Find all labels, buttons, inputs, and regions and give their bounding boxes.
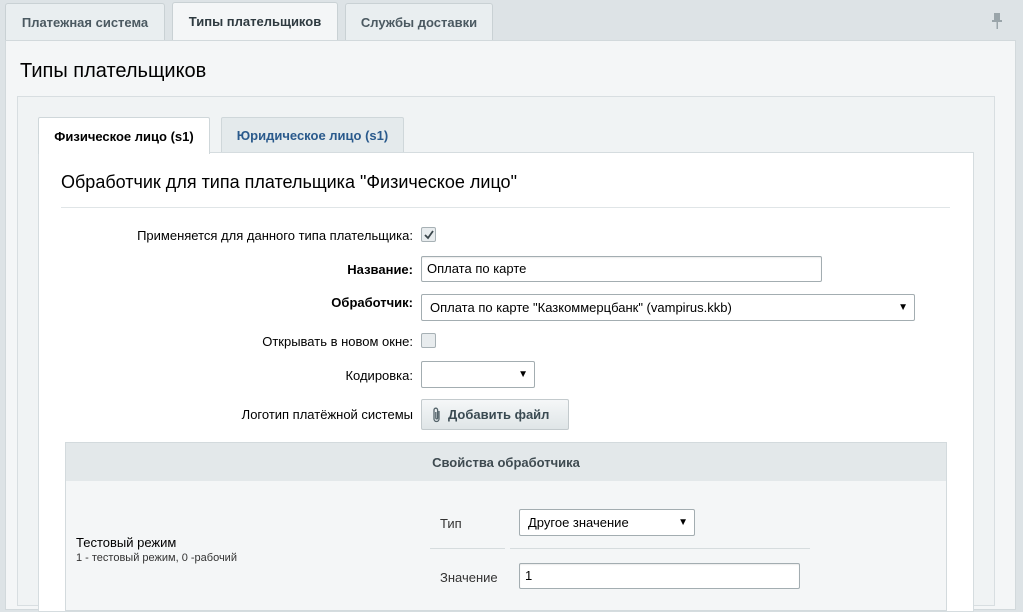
dropdown-arrow-icon: ▼ — [518, 369, 528, 380]
new-window-label: Открывать в новом окне: — [262, 334, 413, 349]
handler-select-value: Оплата по карте "Казкоммерцбанк" (vampir… — [430, 300, 732, 315]
applies-checkbox[interactable] — [421, 227, 436, 242]
encoding-select[interactable]: ▼ — [421, 361, 535, 388]
dropdown-arrow-icon: ▼ — [678, 517, 688, 528]
paperclip-icon — [433, 407, 440, 422]
prop-divider-right — [510, 548, 810, 549]
tab-delivery-services[interactable]: Службы доставки — [345, 3, 493, 40]
checkmark-icon — [424, 230, 434, 240]
handler-props-body — [65, 481, 947, 611]
add-file-label: Добавить файл — [448, 407, 550, 422]
add-file-button[interactable]: Добавить файл — [421, 399, 569, 430]
tab-individual[interactable]: Физическое лицо (s1) — [38, 117, 210, 154]
name-input[interactable]: Оплата по карте — [421, 256, 822, 282]
prop-value-label: Значение — [440, 570, 498, 585]
prop-title: Тестовый режим — [76, 535, 177, 550]
logo-label: Логотип платёжной системы — [241, 407, 413, 422]
new-window-checkbox[interactable] — [421, 333, 436, 348]
prop-type-select[interactable]: Другое значение ▼ — [519, 509, 695, 536]
page-title: Типы плательщиков — [20, 60, 207, 82]
dropdown-arrow-icon: ▼ — [898, 302, 908, 313]
prop-value-input[interactable]: 1 — [519, 563, 800, 589]
applies-label: Применяется для данного типа плательщика… — [137, 228, 413, 243]
handler-props-header: Свойства обработчика — [65, 442, 947, 482]
section-divider — [61, 207, 950, 208]
handler-select[interactable]: Оплата по карте "Казкоммерцбанк" (vampir… — [421, 294, 915, 321]
handler-label: Обработчик: — [331, 295, 413, 310]
tab-legal-entity[interactable]: Юридическое лицо (s1) — [221, 117, 404, 153]
tab-payment-system[interactable]: Платежная система — [5, 3, 165, 40]
prop-type-label: Тип — [440, 516, 462, 531]
prop-type-value: Другое значение — [528, 515, 629, 530]
tab-payer-types[interactable]: Типы плательщиков — [172, 2, 338, 40]
encoding-label: Кодировка: — [345, 368, 413, 383]
prop-description: 1 - тестовый режим, 0 -рабочий — [76, 552, 237, 564]
section-title: Обработчик для типа плательщика "Физичес… — [61, 172, 517, 192]
prop-divider-left — [430, 548, 505, 549]
name-label: Название: — [347, 262, 413, 277]
pin-icon[interactable] — [990, 12, 1004, 30]
